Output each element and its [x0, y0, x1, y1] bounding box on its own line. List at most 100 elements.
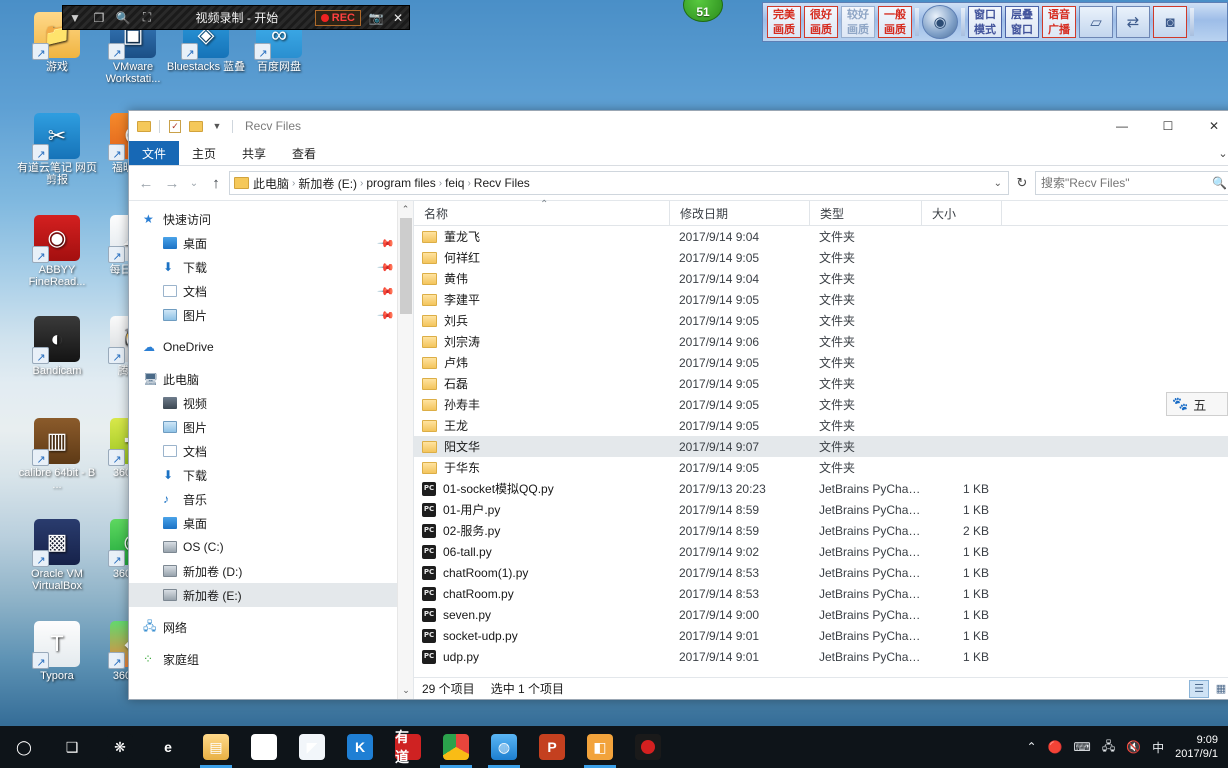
- sidebar-item-文档[interactable]: 文档: [129, 439, 413, 463]
- table-row[interactable]: PC chatRoom(1).py 2017/9/14 8:53 JetBrains …: [414, 562, 1228, 583]
- taskbar-kite-app[interactable]: ◤: [288, 726, 336, 768]
- restore-window-icon[interactable]: ❐: [87, 11, 111, 25]
- title-bar[interactable]: ✓ ▼ Recv Files — ☐ ✕: [129, 111, 1228, 141]
- column-header-size[interactable]: 大小: [921, 200, 1001, 226]
- table-row[interactable]: 刘兵 2017/9/14 9:05 文件夹: [414, 310, 1228, 331]
- zoom-icon[interactable]: 🔍: [111, 11, 135, 25]
- pin-icon[interactable]: 📌: [377, 306, 396, 324]
- taskbar-orange-app[interactable]: ◧: [576, 726, 624, 768]
- breadcrumb-item-1[interactable]: 新加卷 (E:): [298, 175, 357, 192]
- recent-locations-button[interactable]: ⌄: [185, 170, 203, 196]
- taskbar-kingsoft-app[interactable]: K: [336, 726, 384, 768]
- sidebar-item-新加卷 (E:)[interactable]: 新加卷 (E:): [129, 583, 413, 607]
- breadcrumb-item-4[interactable]: Recv Files: [474, 176, 530, 190]
- refresh-button[interactable]: ↻: [1009, 175, 1035, 191]
- quality-button-3[interactable]: 一般 画质: [878, 6, 912, 38]
- system-tray[interactable]: ⌃ 🔴 ⌨ 🖧 🔇 中 9:09 2017/9/1: [1026, 733, 1228, 761]
- rec-status-badge[interactable]: REC: [314, 9, 361, 26]
- nav-pane-scrollbar[interactable]: ⌃ ⌄: [397, 201, 413, 699]
- desktop-icon-12[interactable]: ▩Oracle VM VirtualBox: [14, 519, 100, 592]
- back-button[interactable]: ←: [133, 170, 159, 196]
- file-list-pane[interactable]: 名称 ⌃ 修改日期 类型 大小 董龙飞 2017/9/14 9:04 文件夹 何祥红 2017/…: [414, 199, 1228, 699]
- taskbar-items[interactable]: ◯ ❑ ❋ e ▤ ▥ ◤ K 有道 ◍ P ◧: [0, 726, 672, 768]
- forward-button[interactable]: →: [159, 170, 185, 196]
- breadcrumb-item-2[interactable]: program files: [366, 176, 435, 190]
- table-row[interactable]: PC seven.py 2017/9/14 9:00 JetBrains PyChar…: [414, 604, 1228, 625]
- properties-icon[interactable]: ✓: [166, 117, 184, 135]
- scroll-up-arrow-icon[interactable]: ⌃: [398, 201, 413, 218]
- green-count-badge[interactable]: 51: [683, 0, 723, 22]
- table-row[interactable]: 阳文华 2017/9/14 9:07 文件夹: [414, 436, 1228, 457]
- close-button[interactable]: ✕: [1191, 111, 1228, 141]
- taskbar-powerpoint[interactable]: P: [528, 726, 576, 768]
- sidebar-item-家庭组[interactable]: ⁘ 家庭组: [129, 647, 413, 671]
- table-row[interactable]: 孙寿丰 2017/9/14 9:05 文件夹: [414, 394, 1228, 415]
- ime-icon[interactable]: 中: [1152, 739, 1164, 756]
- broadcast-toolbar[interactable]: 完美 画质 很好 画质 较好 画质 一般 画质 ◉ 窗口 模式 层叠 窗口 语音 广播 ▱ ⇄ ◙: [762, 2, 1228, 42]
- sidebar-item-文档[interactable]: 文档 📌: [129, 279, 413, 303]
- sidebar-item-音乐[interactable]: ♪ 音乐: [129, 487, 413, 511]
- table-row[interactable]: 石磊 2017/9/14 9:05 文件夹: [414, 373, 1228, 394]
- details-view-button[interactable]: ☰: [1189, 679, 1209, 698]
- table-row[interactable]: 于华东 2017/9/14 9:05 文件夹: [414, 457, 1228, 478]
- table-row[interactable]: PC socket-udp.py 2017/9/14 9:01 JetBrains P…: [414, 625, 1228, 646]
- quality-button-0[interactable]: 完美 画质: [767, 6, 801, 38]
- pin-icon[interactable]: 📌: [377, 234, 396, 252]
- table-row[interactable]: 卢炜 2017/9/14 9:05 文件夹: [414, 352, 1228, 373]
- desktop-icon-10[interactable]: ▥calibre 64bit - B ...: [14, 418, 100, 491]
- address-dropdown-icon[interactable]: ⌄: [994, 178, 1002, 189]
- sidebar-item-OS (C:)[interactable]: OS (C:): [129, 535, 413, 559]
- column-headers[interactable]: 名称 ⌃ 修改日期 类型 大小: [414, 199, 1228, 226]
- search-box[interactable]: 🔍: [1035, 171, 1228, 195]
- table-row[interactable]: PC udp.py 2017/9/14 9:01 JetBrains PyChar..…: [414, 646, 1228, 667]
- scrollbar-thumb[interactable]: [400, 218, 412, 314]
- column-header-name[interactable]: 名称 ⌃: [414, 199, 669, 226]
- expand-ribbon-icon[interactable]: ⌄: [1209, 141, 1228, 165]
- broadcast-disc-icon[interactable]: ◉: [922, 5, 958, 39]
- address-bar[interactable]: ← → ⌄ ↑ 此电脑 › 新加卷 (E:) › program files › feiq ›…: [129, 166, 1228, 200]
- sidebar-item-桌面[interactable]: 桌面 📌: [129, 231, 413, 255]
- mode-button-1[interactable]: 层叠 窗口: [1005, 6, 1039, 38]
- table-row[interactable]: 王龙 2017/9/14 9:05 文件夹: [414, 415, 1228, 436]
- desktop-icon-8[interactable]: ◐Bandicam: [14, 316, 100, 377]
- folder-icon[interactable]: [135, 117, 153, 135]
- breadcrumb-item-3[interactable]: feiq: [445, 176, 464, 190]
- taskbar-youdao-app[interactable]: 有道: [384, 726, 432, 768]
- table-row[interactable]: PC 06-tall.py 2017/9/14 9:02 JetBrains PyCh…: [414, 541, 1228, 562]
- sidebar-item-OneDrive[interactable]: ☁ OneDrive: [129, 335, 413, 359]
- sidebar-item-下载[interactable]: ⬇ 下载 📌: [129, 255, 413, 279]
- sidebar-item-视频[interactable]: 视频: [129, 391, 413, 415]
- taskbar-file-explorer[interactable]: ▤: [192, 726, 240, 768]
- window-controls[interactable]: — ☐ ✕: [1099, 111, 1228, 141]
- column-header-date[interactable]: 修改日期: [669, 200, 809, 226]
- table-row[interactable]: 黄伟 2017/9/14 9:04 文件夹: [414, 268, 1228, 289]
- new-folder-icon[interactable]: [187, 117, 205, 135]
- taskbar-chrome-browser[interactable]: [432, 726, 480, 768]
- screen-recorder-bar[interactable]: ▼ ❐ 🔍 ⛶ 视频录制 - 开始 REC 📷 ✕: [62, 5, 410, 30]
- ribbon-tabs[interactable]: 文件 主页 共享 查看 ⌄: [129, 141, 1228, 166]
- table-row[interactable]: PC 02-服务.py 2017/9/14 8:59 JetBrains PyChar…: [414, 520, 1228, 541]
- desktop-icon-6[interactable]: ◉ABBYY FineRead...: [14, 215, 100, 288]
- taskbar[interactable]: ◯ ❑ ❋ e ▤ ▥ ◤ K 有道 ◍ P ◧ ⌃ 🔴 ⌨ 🖧 🔇 中 9:09 2017/9/1: [0, 726, 1228, 768]
- clock[interactable]: 9:09 2017/9/1: [1175, 733, 1218, 761]
- pin-icon[interactable]: 📌: [377, 282, 396, 300]
- sidebar-item-图片[interactable]: 图片 📌: [129, 303, 413, 327]
- pointer-tool-icon[interactable]: ▱: [1079, 6, 1113, 38]
- table-row[interactable]: 何祥红 2017/9/14 9:05 文件夹: [414, 247, 1228, 268]
- breadcrumb-item-0[interactable]: 此电脑: [253, 175, 289, 192]
- chevron-down-icon[interactable]: ▼: [63, 11, 87, 25]
- table-row[interactable]: PC 01-用户.py 2017/9/14 8:59 JetBrains PyChar…: [414, 499, 1228, 520]
- volume-muted-icon[interactable]: 🔇: [1126, 740, 1141, 754]
- taskbar-water-app[interactable]: ◍: [480, 726, 528, 768]
- select-region-icon[interactable]: ⛶: [135, 10, 159, 25]
- sidebar-item-此电脑[interactable]: 🖥 此电脑: [129, 367, 413, 391]
- taskbar-microsoft-store[interactable]: ▥: [240, 726, 288, 768]
- close-icon[interactable]: ✕: [387, 11, 409, 25]
- minimize-button[interactable]: —: [1099, 111, 1145, 141]
- tab-共享[interactable]: 共享: [229, 141, 279, 165]
- desktop-icon-4[interactable]: ✂有道云笔记 网页剪报: [14, 113, 100, 186]
- table-row[interactable]: 刘宗涛 2017/9/14 9:06 文件夹: [414, 331, 1228, 352]
- baidu-desktop-widget[interactable]: 🐾 五: [1166, 392, 1228, 416]
- show-hidden-icons-icon[interactable]: ⌃: [1026, 740, 1036, 754]
- quick-access-toolbar[interactable]: ✓ ▼: [135, 117, 236, 135]
